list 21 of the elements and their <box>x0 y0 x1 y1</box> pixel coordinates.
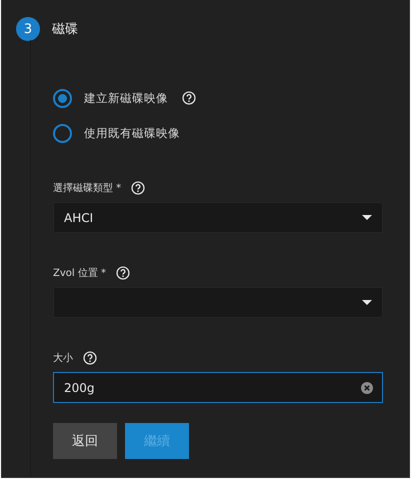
radio-button[interactable] <box>53 88 72 108</box>
help-icon[interactable] <box>83 351 97 365</box>
help-icon[interactable] <box>116 266 130 280</box>
field-label: 大小 <box>53 352 73 365</box>
help-icon[interactable] <box>182 91 196 105</box>
step-number: 3 <box>16 17 40 41</box>
select-field[interactable]: AHCI <box>53 202 383 233</box>
radio-label[interactable]: 建立新磁碟映像 <box>84 90 168 106</box>
back-button[interactable]: 返回 <box>53 423 117 459</box>
clear-icon[interactable] <box>361 382 373 394</box>
input-field[interactable]: 200g <box>53 372 383 403</box>
step-title: 磁碟 <box>52 21 78 38</box>
field-label: Zvol 位置 * <box>53 266 106 280</box>
select-value: AHCI <box>64 210 94 224</box>
caret-icon <box>362 215 372 220</box>
radio-label[interactable]: 使用既有磁碟映像 <box>84 126 180 140</box>
radio-button[interactable] <box>53 124 72 142</box>
select-field[interactable] <box>53 287 383 318</box>
caret-icon <box>362 300 372 305</box>
field-label: 選擇磁碟類型 * <box>53 182 122 195</box>
help-icon[interactable] <box>131 181 146 195</box>
